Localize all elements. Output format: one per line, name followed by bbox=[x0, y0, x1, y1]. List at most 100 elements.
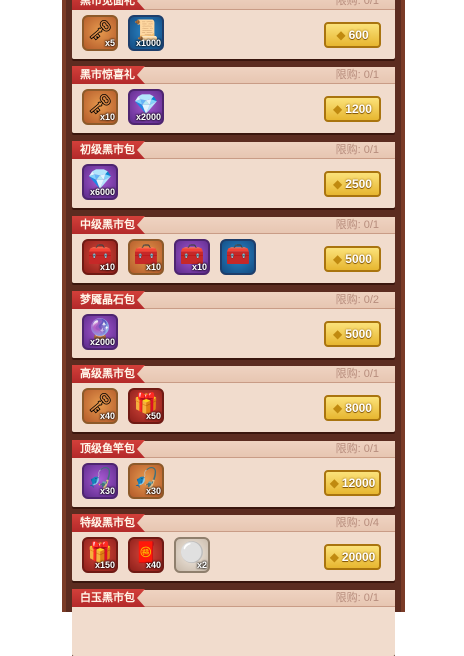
package-section: 黑市惊喜礼 限购: 0/1 🗝 x10 💎 x2000 ◆ 1200 bbox=[72, 67, 395, 133]
reward-item[interactable]: 🧰 bbox=[220, 239, 256, 275]
gold-currency-icon: ◆ bbox=[336, 28, 346, 42]
package-title: 白玉黑市包 bbox=[72, 589, 145, 607]
gold-currency-icon: ◆ bbox=[333, 252, 343, 266]
item-quantity: x10 bbox=[145, 262, 161, 272]
item-quantity: x2000 bbox=[135, 112, 161, 122]
reward-items: 🗝 x5 📜 x1000 bbox=[82, 15, 302, 53]
package-header: 高级黑市包 限购: 0/1 bbox=[72, 366, 395, 383]
price-amount: 5000 bbox=[345, 327, 372, 341]
package-section: 中级黑市包 限购: 0/1 🧰 x10 🧰 x10 🧰 x10 🧰 ◆ 5000 bbox=[72, 217, 395, 283]
price-amount: 600 bbox=[348, 28, 369, 42]
item-quantity: x10 bbox=[191, 262, 207, 272]
reward-item[interactable]: 🧰 x10 bbox=[174, 239, 210, 275]
reward-item[interactable]: 🔮 x2000 bbox=[82, 314, 118, 350]
item-quantity: x6000 bbox=[89, 187, 115, 197]
price-amount: 2500 bbox=[345, 177, 372, 191]
price-amount: 1200 bbox=[345, 102, 372, 116]
buy-button[interactable]: ◆ 12000 bbox=[324, 470, 381, 496]
purchase-limit: 限购: 0/2 bbox=[335, 294, 379, 306]
price-amount: 8000 bbox=[345, 401, 372, 415]
package-title: 高级黑市包 bbox=[72, 365, 145, 383]
package-header: 白玉黑市包 限购: 0/1 bbox=[72, 590, 395, 607]
buy-button[interactable]: ◆ 1200 bbox=[324, 96, 381, 122]
package-section: 黑市见面礼 限购: 0/1 🗝 x5 📜 x1000 ◆ 600 bbox=[72, 0, 395, 59]
reward-items: 🔮 x2000 bbox=[82, 314, 302, 352]
item-quantity: x30 bbox=[145, 486, 161, 496]
reward-item[interactable]: 🗝 x40 bbox=[82, 388, 118, 424]
package-header: 黑市见面礼 限购: 0/1 bbox=[72, 0, 395, 10]
item-quantity: x10 bbox=[99, 262, 115, 272]
reward-items: 🗝 x10 💎 x2000 bbox=[82, 89, 302, 127]
price-amount: 12000 bbox=[341, 476, 376, 490]
package-header: 顶级鱼竿包 限购: 0/1 bbox=[72, 441, 395, 458]
item-quantity: x1000 bbox=[135, 38, 161, 48]
reward-item[interactable]: ⚪ x2 bbox=[174, 537, 210, 573]
buy-button[interactable]: ◆ 20000 bbox=[324, 544, 381, 570]
package-header: 初级黑市包 限购: 0/1 bbox=[72, 142, 395, 159]
package-title: 黑市惊喜礼 bbox=[72, 66, 145, 84]
purchase-limit: 限购: 0/1 bbox=[335, 144, 379, 156]
reward-item[interactable]: 🗝 x10 bbox=[82, 89, 118, 125]
buy-button[interactable]: ◆ 5000 bbox=[324, 321, 381, 347]
reward-items: 🎁 x150 🧧 x40 ⚪ x2 bbox=[82, 537, 302, 575]
package-header: 特级黑市包 限购: 0/4 bbox=[72, 515, 395, 532]
buy-button[interactable]: ◆ 2500 bbox=[324, 171, 381, 197]
package-section: 高级黑市包 限购: 0/1 🗝 x40 🎁 x50 ◆ 8000 bbox=[72, 366, 395, 432]
gold-currency-icon: ◆ bbox=[333, 177, 343, 191]
item-quantity: x2000 bbox=[89, 337, 115, 347]
package-header: 中级黑市包 限购: 0/1 bbox=[72, 217, 395, 234]
gold-currency-icon: ◆ bbox=[333, 401, 343, 415]
gold-currency-icon: ◆ bbox=[329, 476, 339, 490]
package-section: 白玉黑市包 限购: 0/1 bbox=[72, 590, 395, 656]
package-header: 黑市惊喜礼 限购: 0/1 bbox=[72, 67, 395, 84]
package-section: 梦魇晶石包 限购: 0/2 🔮 x2000 ◆ 5000 bbox=[72, 292, 395, 358]
reward-item[interactable]: 🧰 x10 bbox=[82, 239, 118, 275]
reward-item[interactable]: 💎 x2000 bbox=[128, 89, 164, 125]
price-amount: 20000 bbox=[341, 550, 376, 564]
gold-currency-icon: ◆ bbox=[333, 327, 343, 341]
package-section: 顶级鱼竿包 限购: 0/1 🎣 x30 🎣 x30 ◆ 12000 bbox=[72, 441, 395, 507]
buy-button[interactable]: ◆ 5000 bbox=[324, 246, 381, 272]
buy-button[interactable]: ◆ 600 bbox=[324, 22, 381, 48]
shop-list[interactable]: 黑市见面礼 限购: 0/1 🗝 x5 📜 x1000 ◆ 600 黑市惊喜礼 限购: 0/1 🗝 x1… bbox=[66, 0, 401, 656]
package-title: 初级黑市包 bbox=[72, 141, 145, 159]
reward-item[interactable]: 💎 x6000 bbox=[82, 164, 118, 200]
item-quantity: x40 bbox=[99, 411, 115, 421]
reward-item[interactable]: 🗝 x5 bbox=[82, 15, 118, 51]
package-section: 特级黑市包 限购: 0/4 🎁 x150 🧧 x40 ⚪ x2 ◆ 20000 bbox=[72, 515, 395, 581]
reward-item[interactable]: 🎁 x150 bbox=[82, 537, 118, 573]
package-header: 梦魇晶石包 限购: 0/2 bbox=[72, 292, 395, 309]
reward-items: 🧰 x10 🧰 x10 🧰 x10 🧰 bbox=[82, 239, 302, 277]
reward-items: 🎣 x30 🎣 x30 bbox=[82, 463, 302, 501]
package-title: 顶级鱼竿包 bbox=[72, 440, 145, 458]
treasure-chest-icon: 🧰 bbox=[225, 244, 251, 266]
purchase-limit: 限购: 0/1 bbox=[335, 368, 379, 380]
reward-item[interactable]: 🎁 x50 bbox=[128, 388, 164, 424]
package-title: 梦魇晶石包 bbox=[72, 291, 145, 309]
item-quantity: x10 bbox=[99, 112, 115, 122]
package-section: 初级黑市包 限购: 0/1 💎 x6000 ◆ 2500 bbox=[72, 142, 395, 208]
black-market-panel: 黑市见面礼 限购: 0/1 🗝 x5 📜 x1000 ◆ 600 黑市惊喜礼 限购: 0/1 🗝 x1… bbox=[62, 0, 405, 656]
package-title: 特级黑市包 bbox=[72, 514, 145, 532]
purchase-limit: 限购: 0/1 bbox=[335, 592, 379, 604]
reward-item[interactable]: 🧧 x40 bbox=[128, 537, 164, 573]
item-quantity: x50 bbox=[145, 411, 161, 421]
purchase-limit: 限购: 0/1 bbox=[335, 69, 379, 81]
item-quantity: x30 bbox=[99, 486, 115, 496]
reward-item[interactable]: 🧰 x10 bbox=[128, 239, 164, 275]
package-title: 黑市见面礼 bbox=[72, 0, 145, 10]
reward-item[interactable]: 🎣 x30 bbox=[128, 463, 164, 499]
gold-currency-icon: ◆ bbox=[329, 550, 339, 564]
price-amount: 5000 bbox=[345, 252, 372, 266]
purchase-limit: 限购: 0/1 bbox=[335, 219, 379, 231]
reward-items bbox=[82, 612, 302, 650]
buy-button[interactable]: ◆ 8000 bbox=[324, 395, 381, 421]
reward-item[interactable]: 🎣 x30 bbox=[82, 463, 118, 499]
item-quantity: x150 bbox=[94, 560, 115, 570]
gold-currency-icon: ◆ bbox=[333, 102, 343, 116]
item-quantity: x5 bbox=[104, 38, 115, 48]
package-title: 中级黑市包 bbox=[72, 216, 145, 234]
reward-item[interactable]: 📜 x1000 bbox=[128, 15, 164, 51]
purchase-limit: 限购: 0/1 bbox=[335, 443, 379, 455]
item-quantity: x40 bbox=[145, 560, 161, 570]
